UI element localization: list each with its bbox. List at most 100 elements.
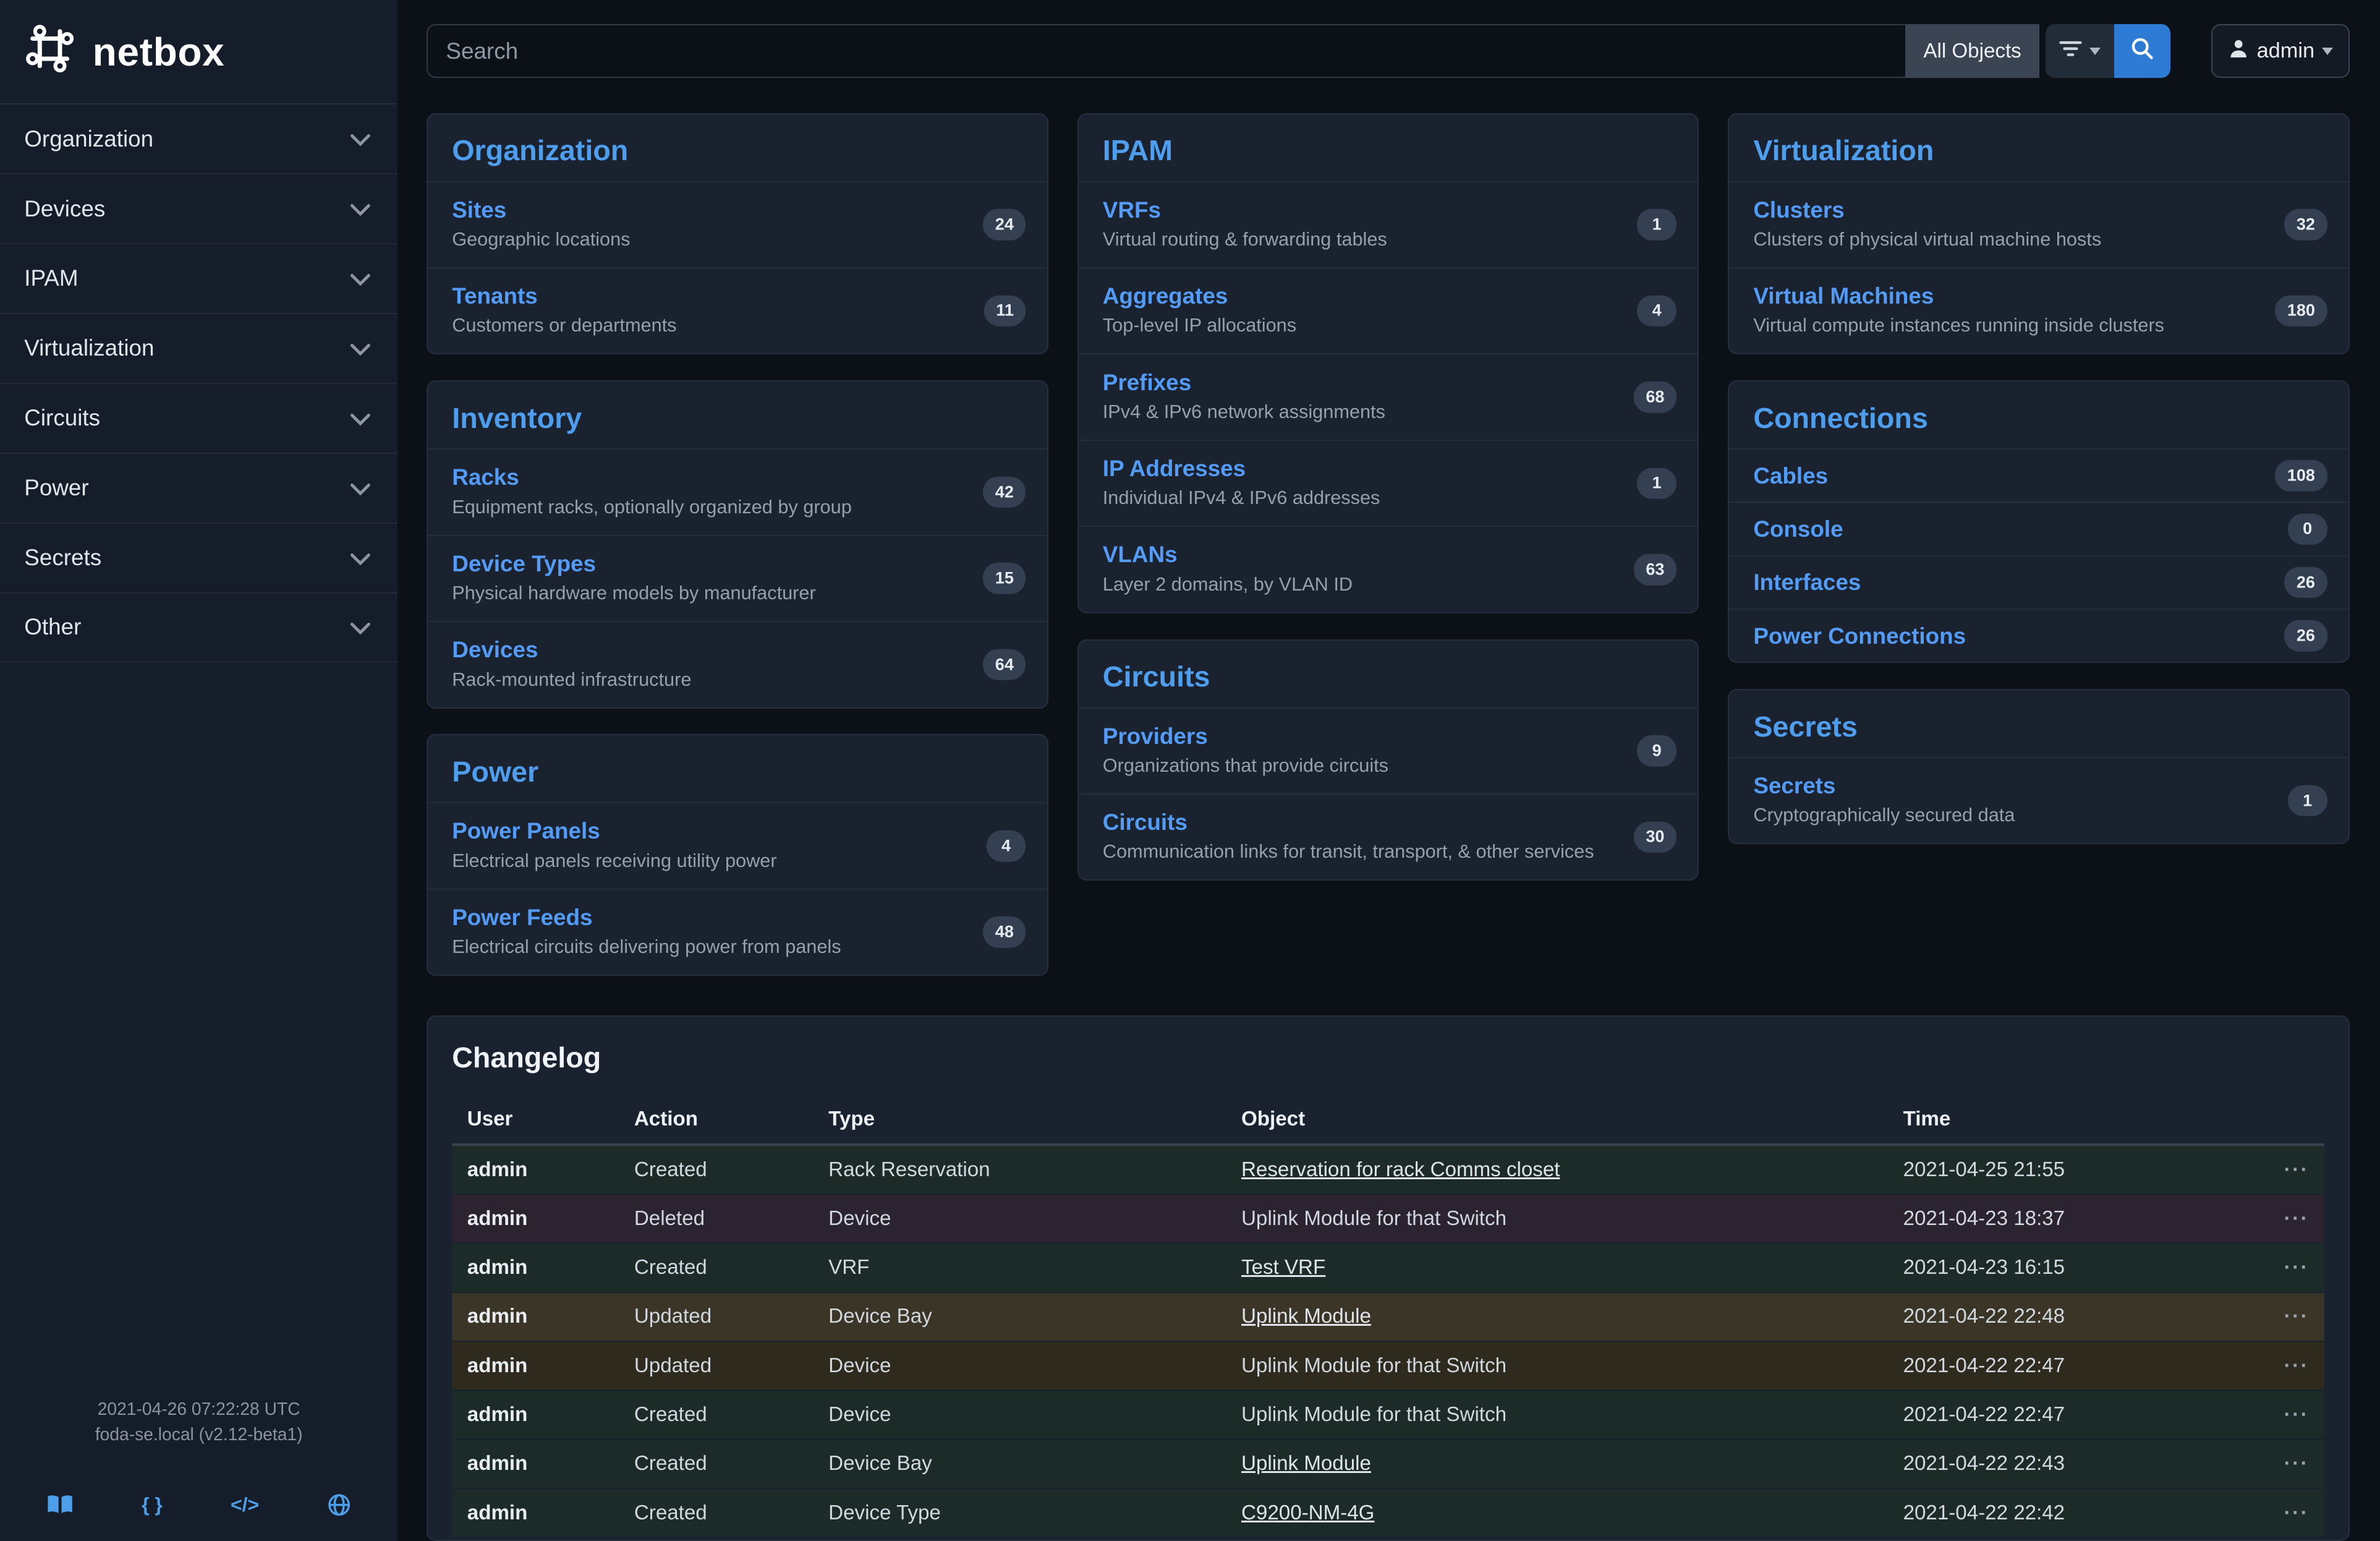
- count-badge: 42: [983, 477, 1026, 508]
- card-item-console: Console 0: [1729, 502, 2348, 555]
- column-1: Organization Sites Geographic locations …: [427, 113, 1048, 976]
- changelog-row: admin Deleted Device Uplink Module for t…: [452, 1194, 2324, 1243]
- sidebar-item-virtualization[interactable]: Virtualization: [0, 313, 397, 383]
- prefixes-link[interactable]: Prefixes: [1103, 370, 1191, 395]
- col-header-user: User: [452, 1096, 619, 1145]
- object-link[interactable]: Test VRF: [1241, 1256, 1325, 1279]
- sidebar-item-devices[interactable]: Devices: [0, 173, 397, 243]
- row-actions-ellipsis-icon[interactable]: ···: [2237, 1341, 2324, 1390]
- vrfs-link[interactable]: VRFs: [1103, 197, 1161, 223]
- sidebar-item-secrets[interactable]: Secrets: [0, 523, 397, 592]
- item-description: Clusters of physical virtual machine hos…: [1753, 228, 2242, 250]
- card-power: Power Power Panels Electrical panels rec…: [427, 734, 1048, 976]
- circuits-link[interactable]: Circuits: [1103, 809, 1188, 835]
- card-item-secrets: Secrets Cryptographically secured data 1: [1729, 757, 2348, 843]
- sidebar: netbox Organization Devices IPAM Virtual…: [0, 0, 397, 1541]
- sidebar-item-other[interactable]: Other: [0, 592, 397, 662]
- object-link[interactable]: Uplink Module: [1241, 1305, 1371, 1328]
- chevron-down-icon: [2322, 48, 2333, 55]
- chevron-down-icon: [351, 265, 370, 291]
- row-actions-ellipsis-icon[interactable]: ···: [2237, 1292, 2324, 1341]
- user-menu-button[interactable]: admin: [2211, 24, 2350, 78]
- devices-link[interactable]: Devices: [452, 637, 538, 662]
- cell-object: Uplink Module for that Switch: [1226, 1390, 1888, 1439]
- card-secrets: Secrets Secrets Cryptographically secure…: [1728, 689, 2350, 844]
- chevron-down-icon: [351, 196, 370, 222]
- search-icon: [2131, 37, 2154, 65]
- community-globe-icon[interactable]: [327, 1493, 351, 1517]
- item-description: Virtual routing & forwarding tables: [1103, 228, 1592, 250]
- secrets-link[interactable]: Secrets: [1753, 773, 1835, 798]
- item-description: IPv4 & IPv6 network assignments: [1103, 401, 1592, 423]
- power-feeds-link[interactable]: Power Feeds: [452, 905, 592, 930]
- changelog-row: admin Created Rack Reservation Reservati…: [452, 1145, 2324, 1194]
- vlans-link[interactable]: VLANs: [1103, 542, 1178, 567]
- row-actions-ellipsis-icon[interactable]: ···: [2237, 1145, 2324, 1194]
- object-link[interactable]: Reservation for rack Comms closet: [1241, 1158, 1560, 1181]
- count-badge: 15: [983, 563, 1026, 594]
- racks-link[interactable]: Racks: [452, 464, 519, 490]
- count-badge: 68: [1634, 382, 1677, 413]
- cell-time: 2021-04-22 22:47: [1888, 1390, 2237, 1439]
- item-description: Rack-mounted infrastructure: [452, 668, 941, 691]
- cell-action: Created: [619, 1243, 813, 1292]
- row-actions-ellipsis-icon[interactable]: ···: [2237, 1488, 2324, 1537]
- sidebar-nav: Organization Devices IPAM Virtualization…: [0, 103, 397, 662]
- search-filter-dropdown[interactable]: [2046, 24, 2114, 78]
- count-badge: 1: [1637, 467, 1677, 499]
- sidebar-footer: 2021-04-26 07:22:28 UTC foda-se.local (v…: [0, 1396, 397, 1541]
- cell-action: Updated: [619, 1341, 813, 1390]
- sidebar-item-power[interactable]: Power: [0, 453, 397, 523]
- chevron-down-icon: [351, 545, 370, 571]
- object-link[interactable]: C9200-NM-4G: [1241, 1501, 1374, 1524]
- providers-link[interactable]: Providers: [1103, 724, 1208, 749]
- card-item-providers: Providers Organizations that provide cir…: [1079, 707, 1698, 793]
- row-actions-ellipsis-icon[interactable]: ···: [2237, 1243, 2324, 1292]
- chevron-down-icon: [351, 126, 370, 152]
- row-actions-ellipsis-icon[interactable]: ···: [2237, 1390, 2324, 1439]
- sidebar-item-organization[interactable]: Organization: [0, 103, 397, 173]
- search-input[interactable]: [427, 24, 1905, 78]
- chevron-down-icon: [351, 614, 370, 640]
- main-content: All Objects admin: [397, 0, 2380, 1541]
- aggregates-link[interactable]: Aggregates: [1103, 283, 1228, 309]
- interfaces-link[interactable]: Interfaces: [1753, 570, 1861, 595]
- cables-link[interactable]: Cables: [1753, 463, 1828, 489]
- card-title: Circuits: [1079, 641, 1698, 707]
- ip-addresses-link[interactable]: IP Addresses: [1103, 456, 1246, 481]
- card-title: IPAM: [1079, 114, 1698, 181]
- count-badge: 64: [983, 649, 1026, 680]
- docs-book-icon[interactable]: [46, 1494, 74, 1515]
- sidebar-item-circuits[interactable]: Circuits: [0, 383, 397, 453]
- column-2: IPAM VRFs Virtual routing & forwarding t…: [1077, 113, 1699, 881]
- cell-time: 2021-04-25 21:55: [1888, 1145, 2237, 1194]
- console-link[interactable]: Console: [1753, 516, 1843, 542]
- cell-action: Created: [619, 1440, 813, 1488]
- rest-api-braces-icon[interactable]: { }: [142, 1493, 163, 1516]
- count-badge: 63: [1634, 554, 1677, 586]
- virtual-machines-link[interactable]: Virtual Machines: [1753, 283, 1934, 309]
- count-badge: 180: [2275, 295, 2327, 327]
- cell-user: admin: [452, 1243, 619, 1292]
- card-item-circuits: Circuits Communication links for transit…: [1079, 793, 1698, 879]
- power-connections-link[interactable]: Power Connections: [1753, 623, 1966, 649]
- clusters-link[interactable]: Clusters: [1753, 197, 1844, 223]
- cell-object: Uplink Module: [1226, 1292, 1888, 1341]
- sidebar-item-label: Other: [24, 614, 81, 640]
- search-bar: All Objects: [427, 24, 2170, 78]
- tenants-link[interactable]: Tenants: [452, 283, 537, 309]
- cell-user: admin: [452, 1341, 619, 1390]
- sites-link[interactable]: Sites: [452, 197, 506, 223]
- search-submit-button[interactable]: [2114, 24, 2170, 78]
- netbox-logo[interactable]: netbox: [0, 0, 397, 103]
- row-actions-ellipsis-icon[interactable]: ···: [2237, 1440, 2324, 1488]
- cell-type: Device Bay: [814, 1440, 1226, 1488]
- device-types-link[interactable]: Device Types: [452, 551, 596, 576]
- row-actions-ellipsis-icon[interactable]: ···: [2237, 1194, 2324, 1243]
- sidebar-item-ipam[interactable]: IPAM: [0, 243, 397, 313]
- power-panels-link[interactable]: Power Panels: [452, 818, 600, 843]
- source-code-icon[interactable]: </>: [231, 1493, 259, 1516]
- object-link[interactable]: Uplink Module: [1241, 1452, 1371, 1475]
- sidebar-item-label: Organization: [24, 126, 153, 152]
- search-scope-button[interactable]: All Objects: [1905, 24, 2039, 78]
